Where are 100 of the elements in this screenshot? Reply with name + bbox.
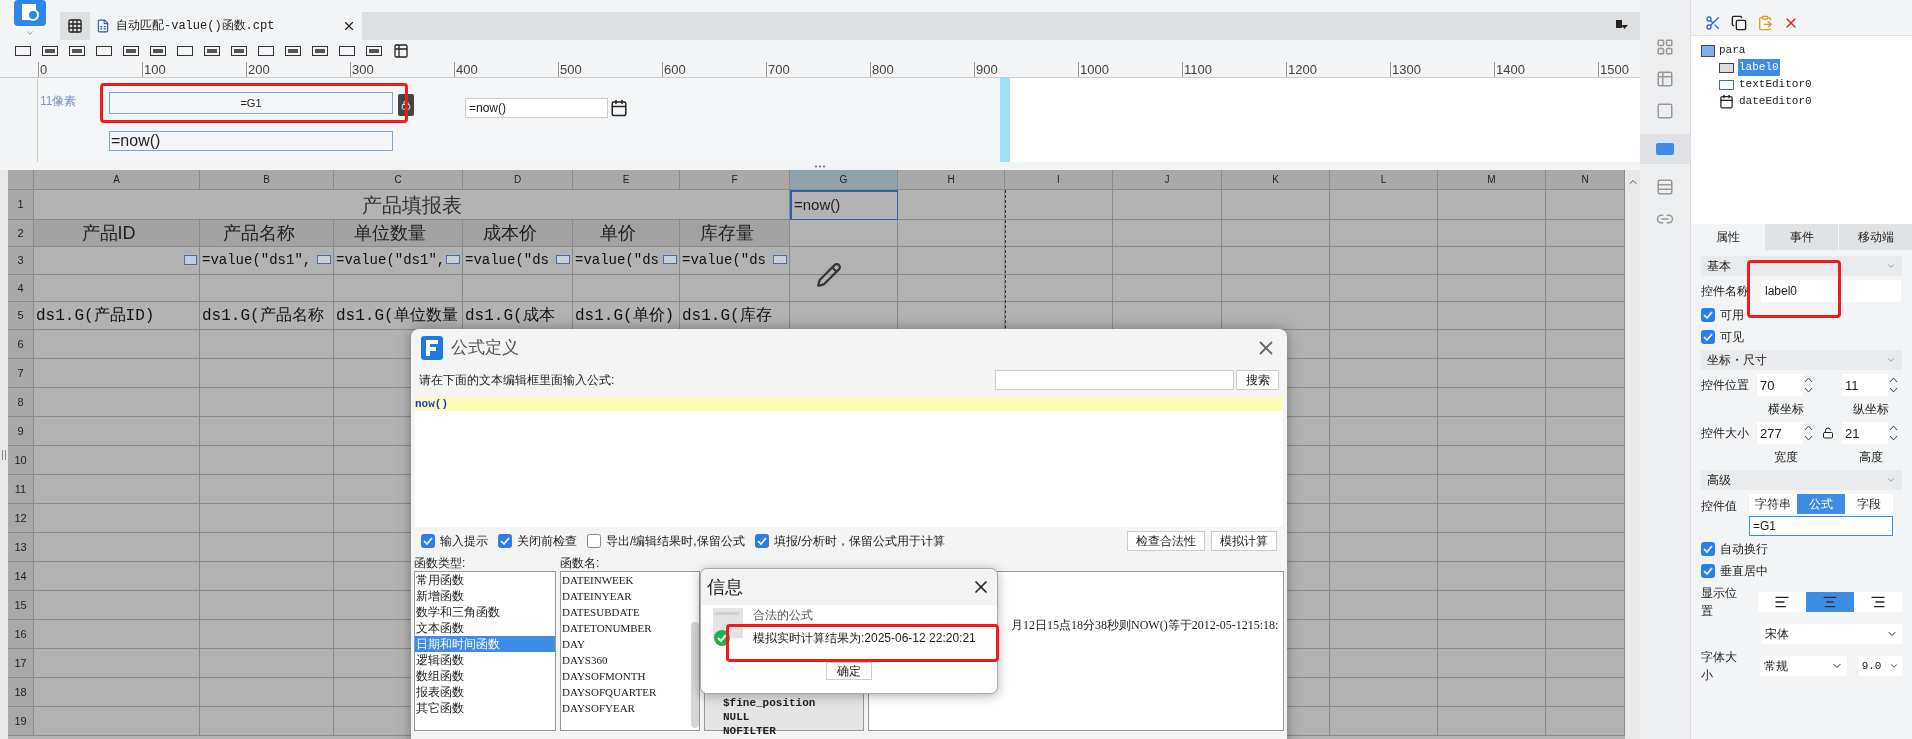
list-item[interactable]: 其它函数 bbox=[415, 700, 555, 716]
grip-icon[interactable] bbox=[2, 449, 6, 460]
table-cell[interactable]: 产品ID bbox=[34, 220, 200, 247]
list-item[interactable]: DAYSOFYEAR bbox=[561, 700, 691, 716]
widget-tool-icon[interactable] bbox=[150, 45, 166, 57]
number-field[interactable]: 11 bbox=[1842, 374, 1888, 396]
spinner-icon[interactable] bbox=[1803, 375, 1814, 395]
list-item[interactable]: DAYSOFMONTH bbox=[561, 668, 691, 684]
table-cell[interactable]: 单位数量 bbox=[334, 220, 463, 247]
column-header[interactable]: N bbox=[1546, 170, 1625, 190]
table-cell[interactable]: 库存量 bbox=[680, 220, 790, 247]
tree-item[interactable]: para bbox=[1719, 42, 1746, 59]
spinner-icon[interactable] bbox=[1888, 423, 1899, 443]
ok-button[interactable]: 确定 bbox=[826, 662, 872, 680]
widget-tool-icon[interactable] bbox=[123, 45, 139, 57]
column-header[interactable]: K bbox=[1222, 170, 1330, 190]
table-cell[interactable]: 成本价 bbox=[463, 220, 573, 247]
dialog-button[interactable]: 检查合法性 bbox=[1127, 531, 1205, 551]
list-item[interactable]: DAYSOFQUARTER bbox=[561, 684, 691, 700]
checkbox[interactable] bbox=[1701, 564, 1715, 578]
checkbox[interactable] bbox=[1701, 330, 1715, 344]
add-sheet-icon[interactable] bbox=[67, 18, 83, 34]
spinner-icon[interactable] bbox=[1803, 423, 1814, 443]
checkbox[interactable] bbox=[1701, 308, 1715, 322]
widget-panel-icon[interactable] bbox=[1640, 134, 1690, 164]
list-item[interactable]: DATESUBDATE bbox=[561, 604, 691, 620]
column-header[interactable]: F bbox=[680, 170, 790, 190]
lock-icon[interactable] bbox=[1822, 427, 1834, 439]
table-cell[interactable]: ds1.G(产品名称 bbox=[200, 302, 334, 330]
widget-tool-icon[interactable] bbox=[177, 45, 193, 57]
segment-button[interactable]: 字符串 bbox=[1749, 494, 1797, 514]
column-header[interactable]: B bbox=[200, 170, 334, 190]
input-field[interactable]: =G1 bbox=[1749, 516, 1893, 536]
align-button[interactable] bbox=[1758, 592, 1806, 612]
list-item[interactable]: 逻辑函数 bbox=[415, 652, 555, 668]
list-item[interactable]: DATEINYEAR bbox=[561, 588, 691, 604]
widget-tool-icon[interactable] bbox=[96, 45, 112, 57]
widget-tool-icon[interactable] bbox=[339, 45, 355, 57]
list-item[interactable]: 常用函数 bbox=[415, 572, 555, 588]
font-dropdown[interactable]: 宋体 bbox=[1761, 624, 1902, 644]
spinner-icon[interactable] bbox=[1888, 375, 1899, 395]
list-item[interactable]: 新增函数 bbox=[415, 588, 555, 604]
widget-tool-icon[interactable] bbox=[42, 45, 58, 57]
dialog-button[interactable]: 模拟计算 bbox=[1211, 531, 1277, 551]
style-dropdown[interactable]: 常规 bbox=[1760, 656, 1847, 676]
section-header[interactable]: 高级 bbox=[1701, 470, 1902, 490]
tree-item[interactable]: NULL bbox=[723, 710, 863, 724]
column-header[interactable]: A bbox=[34, 170, 200, 190]
search-button[interactable]: 搜索 bbox=[1236, 370, 1279, 390]
close-icon[interactable] bbox=[342, 19, 356, 33]
list-item[interactable]: DATEINWEEK bbox=[561, 572, 691, 588]
scrollbar[interactable] bbox=[691, 622, 699, 728]
table-cell[interactable]: ds1.G(产品ID) bbox=[34, 302, 200, 330]
column-header[interactable]: C bbox=[334, 170, 463, 190]
list-item[interactable]: 报表函数 bbox=[415, 684, 555, 700]
grip-icon[interactable] bbox=[814, 164, 826, 168]
calendar-icon[interactable] bbox=[610, 98, 628, 118]
widget-tool-icon[interactable] bbox=[231, 45, 247, 57]
list-item[interactable]: DAYS360 bbox=[561, 652, 691, 668]
widget-tool-icon[interactable] bbox=[312, 45, 328, 57]
table-cell[interactable]: 单价 bbox=[573, 220, 680, 247]
widget-tool-icon[interactable] bbox=[393, 43, 409, 59]
dropdown-icon[interactable] bbox=[1616, 20, 1628, 30]
column-header[interactable]: I bbox=[1005, 170, 1113, 190]
align-button[interactable] bbox=[1854, 592, 1902, 612]
widget-tool-icon[interactable] bbox=[15, 45, 31, 57]
pencil-icon[interactable] bbox=[816, 262, 842, 288]
table-cell[interactable]: =value("ds bbox=[463, 247, 573, 275]
search-field[interactable] bbox=[995, 370, 1234, 390]
copy-icon[interactable] bbox=[1731, 15, 1747, 31]
scrollbar[interactable] bbox=[1625, 170, 1640, 739]
segment-button[interactable]: 字段 bbox=[1845, 494, 1893, 514]
checkbox[interactable] bbox=[754, 534, 769, 548]
widget-tool-icon[interactable] bbox=[285, 45, 301, 57]
checkbox[interactable] bbox=[421, 534, 435, 548]
table-cell[interactable]: =now() bbox=[790, 190, 898, 220]
section-header[interactable]: 坐标・尺寸 bbox=[1701, 350, 1902, 370]
table-cell[interactable]: =value("ds1", bbox=[334, 247, 463, 275]
widget-tool-icon[interactable] bbox=[258, 45, 274, 57]
widget-tool-icon[interactable] bbox=[204, 45, 220, 57]
tree-item[interactable]: textEditor0 bbox=[1738, 76, 1813, 93]
checkbox[interactable] bbox=[498, 534, 512, 548]
number-field[interactable]: 70 bbox=[1757, 374, 1803, 396]
number-field[interactable]: 277 bbox=[1757, 422, 1803, 444]
column-header[interactable]: D bbox=[463, 170, 573, 190]
list-item[interactable]: DAY bbox=[561, 636, 691, 652]
cut-icon[interactable] bbox=[1705, 15, 1721, 31]
column-header[interactable]: H bbox=[898, 170, 1005, 190]
list-item[interactable]: 数学和三角函数 bbox=[415, 604, 555, 620]
column-header[interactable]: M bbox=[1438, 170, 1546, 190]
date-editor-widget[interactable]: =now() bbox=[465, 98, 608, 118]
number-field[interactable]: 21 bbox=[1842, 422, 1888, 444]
table-cell[interactable]: =value("ds bbox=[680, 247, 790, 275]
table-cell[interactable]: 产品名称 bbox=[200, 220, 334, 247]
widget-tool-icon[interactable] bbox=[366, 45, 382, 57]
widget-tool-icon[interactable] bbox=[69, 45, 85, 57]
tree-item[interactable]: $fine_position bbox=[723, 696, 863, 710]
size-dropdown[interactable]: 9.0 bbox=[1858, 656, 1902, 676]
list-item[interactable]: 数组函数 bbox=[415, 668, 555, 684]
tab[interactable]: 事件 bbox=[1764, 224, 1838, 250]
